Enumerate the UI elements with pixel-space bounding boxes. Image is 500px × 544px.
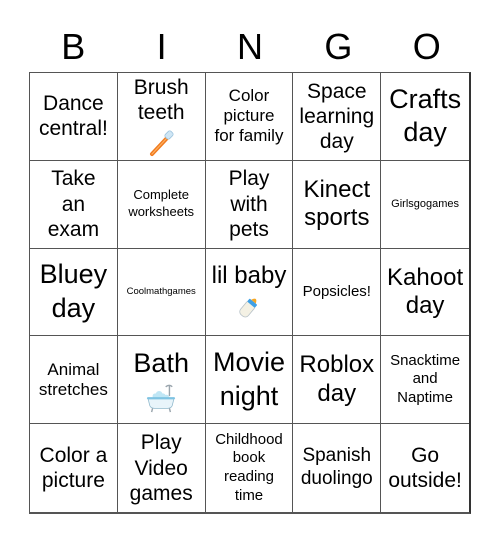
bingo-cell[interactable]: Coolmathgames xyxy=(117,248,206,337)
header-letter-o: O xyxy=(412,26,441,67)
bingo-cell[interactable]: Bath xyxy=(117,336,206,425)
bingo-cell[interactable]: Space learning day xyxy=(293,73,382,161)
bingo-header: B I N G O xyxy=(29,22,471,72)
bingo-cell-label: Bath xyxy=(133,347,189,378)
bingo-cell-label: lil baby xyxy=(211,261,287,289)
bingo-cell-label: Spanish duolingo xyxy=(300,445,373,490)
header-letter-b: B xyxy=(61,26,86,67)
bingo-cell[interactable]: Popsicles! xyxy=(293,248,382,337)
bingo-cell-label: Kahoot day xyxy=(387,263,464,319)
bingo-cell-label: Go outside! xyxy=(388,443,462,493)
bingo-cell[interactable]: Brush teeth xyxy=(117,73,206,161)
bingo-cell-label: Coolmathgames xyxy=(126,285,196,297)
bingo-cell[interactable]: Movie night xyxy=(205,336,294,425)
bingo-cell-label: Animal stretches xyxy=(38,359,108,399)
bingo-cell-label: Crafts day xyxy=(389,83,462,148)
bingo-cell[interactable]: Take an exam xyxy=(30,160,118,249)
header-letter-g: G xyxy=(324,26,353,67)
bingo-cell[interactable]: Dance central! xyxy=(30,73,118,161)
baby-bottle-icon xyxy=(234,292,264,322)
bingo-cell[interactable]: Bluey day xyxy=(30,248,118,337)
bingo-cell[interactable]: Childhood book reading time xyxy=(206,424,294,512)
bingo-cell[interactable]: Play with pets xyxy=(205,160,294,249)
bingo-cell-label: Space learning day xyxy=(299,79,375,153)
header-letter-i: I xyxy=(156,26,167,67)
header-letter-n: N xyxy=(236,26,263,67)
bingo-cell[interactable]: Color picture for family xyxy=(205,73,294,161)
bingo-cell[interactable]: Girlsgogames xyxy=(381,161,469,249)
bingo-cell-label: Color a picture xyxy=(39,443,108,493)
bingo-cell[interactable]: Roblox day xyxy=(293,336,382,425)
bingo-cell[interactable]: Snacktime and Naptime xyxy=(381,336,469,425)
bingo-grid: Dance central! Brush teeth Color picture f… xyxy=(29,72,471,514)
bingo-cell-label: Popsicles! xyxy=(302,282,371,300)
bingo-cell-label: Play Video games xyxy=(129,431,193,505)
bingo-cell[interactable]: Animal stretches xyxy=(30,336,118,425)
bathtub-icon xyxy=(143,383,179,413)
bingo-cell[interactable]: Play Video games xyxy=(118,424,206,512)
bingo-cell[interactable]: Complete worksheets xyxy=(117,160,206,249)
bingo-cell[interactable]: Spanish duolingo xyxy=(293,424,382,512)
bingo-cell-label: Childhood book reading time xyxy=(215,430,283,504)
bingo-cell-label: Bluey day xyxy=(39,259,108,323)
bingo-cell-label: Kinect sports xyxy=(303,175,371,232)
bingo-cell-label: Take an exam xyxy=(47,167,100,241)
bingo-cell[interactable]: Kinect sports xyxy=(293,160,382,249)
bingo-cell-label: Play with pets xyxy=(228,167,270,241)
bingo-cell-label: Movie night xyxy=(212,347,285,411)
bingo-cell-label: Girlsgogames xyxy=(391,197,460,210)
bingo-cell[interactable]: lil baby xyxy=(205,248,294,337)
toothbrush-icon xyxy=(146,128,176,158)
bingo-cell[interactable]: Crafts day xyxy=(381,73,469,161)
bingo-cell-label: Color picture for family xyxy=(214,86,284,146)
bingo-cell-label: Snacktime and Naptime xyxy=(390,351,461,407)
bingo-cell-label: Roblox day xyxy=(299,351,375,407)
bingo-cell-label: Dance central! xyxy=(38,92,108,141)
bingo-cell[interactable]: Color a picture xyxy=(30,424,118,512)
bingo-cell-label: Brush teeth xyxy=(133,76,189,125)
bingo-cell[interactable]: Go outside! xyxy=(381,424,469,512)
bingo-cell-label: Complete worksheets xyxy=(128,187,195,220)
bingo-cell[interactable]: Kahoot day xyxy=(381,249,469,337)
